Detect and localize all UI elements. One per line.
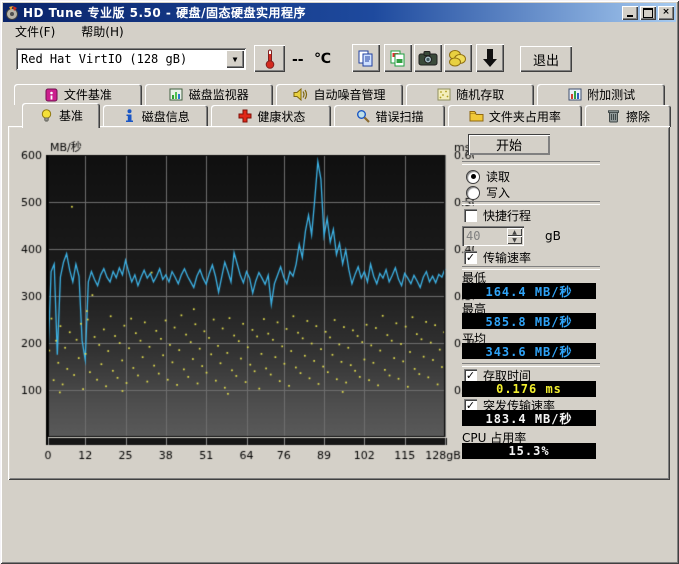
avg-speed-display: 343.6 MB/秒	[462, 343, 596, 359]
separator	[462, 201, 600, 205]
cpu-usage-display: 15.3%	[462, 443, 596, 459]
access-time-display: 0.176 ms	[462, 381, 596, 397]
minimize-button[interactable]	[622, 6, 638, 20]
temperature-button[interactable]	[254, 45, 285, 72]
disk-monitor-icon	[169, 88, 184, 102]
tab-aam[interactable]: 自动噪音管理	[276, 84, 404, 105]
tab-folder-usage[interactable]: 文件夹占用率	[448, 105, 583, 127]
info-icon	[122, 109, 137, 123]
capacity-stepper[interactable]: 40 ▲▼	[462, 226, 524, 246]
menu-file[interactable]: 文件(F)	[11, 22, 59, 41]
transfer-rate-row[interactable]: ✓ 传输速率	[464, 249, 531, 266]
tab-label: 健康状态	[257, 108, 305, 125]
maximize-icon	[643, 8, 653, 18]
camera-icon	[418, 50, 438, 66]
copy-image-button[interactable]	[384, 44, 412, 72]
random-access-icon	[436, 88, 451, 102]
app-icon	[5, 6, 19, 20]
tab-file-benchmark[interactable]: 文件基准	[14, 84, 142, 105]
tab-label: 自动噪音管理	[313, 86, 385, 103]
transfer-rate-label: 传输速率	[483, 249, 531, 266]
close-button[interactable]: ×	[658, 6, 674, 20]
trash-icon	[606, 109, 621, 123]
tab-label: 错误扫描	[375, 108, 423, 125]
title-bar[interactable]: HD Tune 专业版 5.50 - 硬盘/固态硬盘实用程序 ×	[3, 3, 676, 22]
stepper-down-icon[interactable]: ▼	[507, 236, 522, 244]
exit-button[interactable]: 退出	[520, 46, 572, 72]
thermometer-icon	[264, 49, 276, 69]
health-cross-icon	[237, 109, 252, 123]
temperature-value: --	[292, 52, 304, 68]
magnifier-icon	[355, 109, 370, 123]
bulb-icon	[39, 109, 54, 123]
speaker-icon	[293, 88, 308, 102]
coins-icon	[448, 49, 468, 67]
capacity-value: 40	[462, 229, 507, 243]
close-icon: ×	[662, 8, 670, 17]
write-radio[interactable]	[466, 186, 480, 200]
tab-row-secondary: 文件基准 磁盘监视器 自动噪音管理 随机存取 附加测试	[14, 84, 665, 105]
down-arrow-icon	[482, 48, 498, 68]
write-radio-row[interactable]: 写入	[466, 184, 510, 201]
short-stroke-label: 快捷行程	[483, 207, 531, 224]
read-radio[interactable]	[466, 170, 480, 184]
benchmark-chart	[14, 140, 474, 462]
download-button[interactable]	[476, 44, 504, 72]
folder-icon	[469, 109, 484, 123]
drive-select[interactable]: Red Hat VirtIO (128 gB) ▼	[16, 48, 246, 70]
tab-disk-monitor[interactable]: 磁盘监视器	[145, 84, 273, 105]
copy-image-icon	[389, 49, 407, 67]
tab-label: 随机存取	[456, 86, 504, 103]
tab-error-scan[interactable]: 错误扫描	[334, 105, 444, 127]
chevron-down-icon[interactable]: ▼	[226, 50, 244, 68]
screenshot-button[interactable]	[414, 44, 442, 72]
tab-label: 擦除	[626, 108, 650, 125]
tab-random-access[interactable]: 随机存取	[406, 84, 534, 105]
start-button[interactable]: 开始	[468, 134, 550, 155]
menu-bar: 文件(F) 帮助(H)	[3, 22, 676, 40]
max-speed-display: 585.8 MB/秒	[462, 313, 596, 329]
separator	[462, 161, 600, 165]
tab-row-primary: 基准 磁盘信息 健康状态 错误扫描 文件夹占用率	[22, 105, 671, 127]
capacity-unit: gB	[545, 229, 561, 243]
drive-select-value: Red Hat VirtIO (128 gB)	[16, 52, 224, 66]
window-title: HD Tune 专业版 5.50 - 硬盘/固态硬盘实用程序	[23, 4, 620, 21]
save-results-button[interactable]	[444, 44, 472, 72]
extra-tests-icon	[567, 88, 582, 102]
tab-benchmark[interactable]: 基准	[22, 103, 100, 128]
burst-rate-display: 183.4 MB/秒	[462, 410, 596, 426]
tab-label: 附加测试	[587, 86, 635, 103]
app-window: HD Tune 专业版 5.50 - 硬盘/固态硬盘实用程序 × 文件(F) 帮…	[0, 0, 679, 564]
tab-extra-tests[interactable]: 附加测试	[537, 84, 665, 105]
min-speed-display: 164.4 MB/秒	[462, 283, 596, 299]
tab-label: 磁盘信息	[142, 108, 190, 125]
tab-erase[interactable]: 擦除	[585, 105, 671, 127]
file-benchmark-icon	[44, 88, 59, 102]
stepper-up-icon[interactable]: ▲	[507, 228, 522, 236]
tab-label: 磁盘监视器	[189, 86, 249, 103]
tab-disk-info[interactable]: 磁盘信息	[103, 105, 208, 127]
short-stroke-row[interactable]: 快捷行程	[464, 207, 531, 224]
maximize-button[interactable]	[640, 6, 656, 20]
tab-label: 文件夹占用率	[489, 108, 561, 125]
menu-help[interactable]: 帮助(H)	[77, 22, 127, 41]
minimize-icon	[627, 15, 633, 17]
transfer-rate-checkbox[interactable]: ✓	[464, 251, 477, 264]
read-radio-label: 读取	[486, 168, 510, 185]
short-stroke-checkbox[interactable]	[464, 209, 477, 222]
copy-text-button[interactable]	[352, 44, 380, 72]
temperature-unit: ℃	[314, 51, 331, 67]
write-radio-label: 写入	[486, 184, 510, 201]
tab-label: 文件基准	[64, 86, 112, 103]
read-radio-row[interactable]: 读取	[466, 168, 510, 185]
tab-health[interactable]: 健康状态	[211, 105, 331, 127]
copy-icon	[357, 49, 375, 67]
tab-label: 基准	[59, 107, 83, 124]
